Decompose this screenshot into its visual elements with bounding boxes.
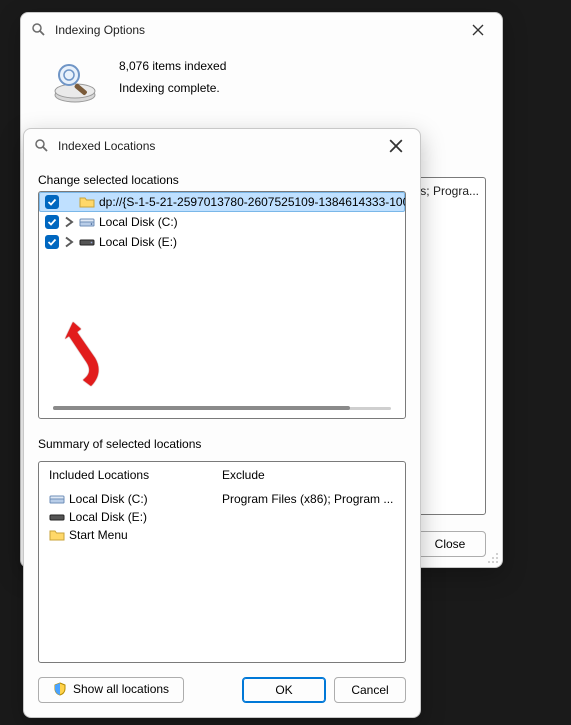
- annotation-arrow: [61, 320, 121, 390]
- titlebar: Indexed Locations: [24, 129, 420, 163]
- close-dialog-button[interactable]: Close: [414, 531, 486, 557]
- included-label: Local Disk (E:): [69, 510, 147, 524]
- included-row[interactable]: Local Disk (C:): [49, 490, 222, 508]
- search-index-icon: [34, 138, 50, 154]
- included-label: Local Disk (C:): [69, 492, 148, 506]
- tree-item-label: Local Disk (E:): [99, 235, 177, 249]
- drive-icon: [79, 214, 95, 230]
- included-label: Start Menu: [69, 528, 128, 542]
- shield-icon: [53, 682, 67, 696]
- resize-grip[interactable]: [487, 552, 499, 564]
- tree-row[interactable]: Local Disk (C:): [39, 212, 405, 232]
- tree-item-label: dp://{S-1-5-21-2597013780-2607525109-138…: [99, 195, 406, 209]
- exclude-row: Program Files (x86); Program ...: [222, 490, 395, 508]
- indexing-icon: [49, 55, 101, 107]
- locations-tree[interactable]: dp://{S-1-5-21-2597013780-2607525109-138…: [38, 191, 406, 419]
- tree-row[interactable]: Local Disk (E:): [39, 232, 405, 252]
- indexed-locations-window: Indexed Locations Change selected locati…: [23, 128, 421, 718]
- show-all-label: Show all locations: [73, 682, 169, 696]
- folder-icon: [49, 527, 65, 543]
- included-row[interactable]: Start Menu: [49, 526, 222, 544]
- close-button[interactable]: [378, 132, 414, 160]
- exclude-text: Program Files (x86); Program ...: [222, 492, 393, 506]
- window-title: Indexed Locations: [58, 139, 378, 153]
- tree-row[interactable]: dp://{S-1-5-21-2597013780-2607525109-138…: [39, 192, 405, 212]
- summary-box: Included Locations Local Disk (C:) Local…: [38, 461, 406, 663]
- drive-icon: [49, 509, 65, 525]
- included-header: Included Locations: [49, 468, 222, 482]
- drive-icon: [79, 234, 95, 250]
- window-title: Indexing Options: [55, 23, 460, 37]
- change-locations-label: Change selected locations: [38, 173, 406, 187]
- close-button[interactable]: [460, 16, 496, 44]
- show-all-locations-button[interactable]: Show all locations: [38, 677, 184, 703]
- included-row[interactable]: Local Disk (E:): [49, 508, 222, 526]
- indexing-status-text: Indexing complete.: [119, 81, 226, 95]
- drive-icon: [49, 491, 65, 507]
- horizontal-scrollbar[interactable]: [53, 404, 391, 412]
- checkbox[interactable]: [45, 235, 59, 249]
- exclude-header: Exclude: [222, 468, 395, 482]
- ok-button[interactable]: OK: [242, 677, 326, 703]
- tree-item-label: Local Disk (C:): [99, 215, 178, 229]
- items-indexed-text: 8,076 items indexed: [119, 59, 226, 73]
- checkbox[interactable]: [45, 195, 59, 209]
- search-index-icon: [31, 22, 47, 38]
- expand-icon[interactable]: [63, 236, 75, 248]
- checkbox[interactable]: [45, 215, 59, 229]
- summary-label: Summary of selected locations: [38, 437, 406, 451]
- titlebar: Indexing Options: [21, 13, 502, 47]
- cancel-button[interactable]: Cancel: [334, 677, 406, 703]
- expand-icon[interactable]: [63, 216, 75, 228]
- folder-icon: [79, 194, 95, 210]
